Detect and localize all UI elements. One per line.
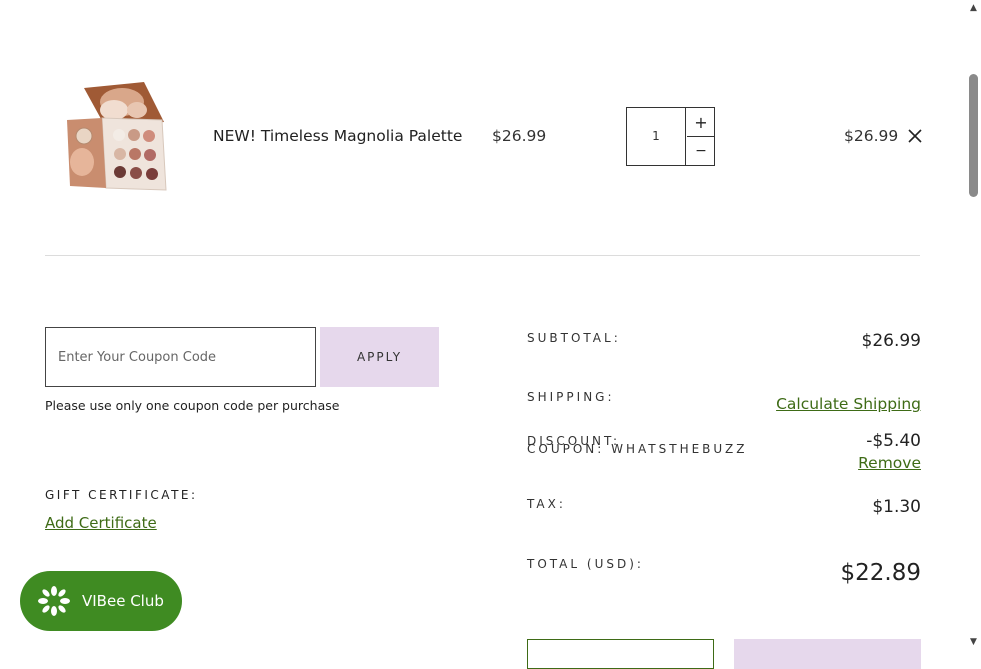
- line-item-total: $26.99: [844, 127, 899, 145]
- section-divider: [45, 255, 920, 256]
- product-name[interactable]: NEW! Timeless Magnolia Palette: [213, 127, 462, 145]
- apply-coupon-button[interactable]: APPLY: [320, 327, 439, 387]
- quantity-input[interactable]: 1: [627, 108, 686, 165]
- product-unit-price: $26.99: [492, 127, 547, 145]
- continue-shopping-button[interactable]: [527, 639, 714, 669]
- tax-label: TAX:: [527, 497, 566, 511]
- shipping-label: SHIPPING:: [527, 390, 615, 404]
- quantity-decrease-button[interactable]: −: [687, 137, 715, 165]
- checkout-button[interactable]: [734, 639, 921, 669]
- coupon-applied-label: COUPON: WHATSTHEBUZZ: [527, 442, 748, 456]
- quantity-increase-button[interactable]: +: [687, 108, 715, 137]
- scroll-up-arrow-icon[interactable]: ▲: [966, 0, 981, 16]
- total-value: $22.89: [840, 560, 921, 586]
- product-image[interactable]: [62, 80, 172, 195]
- remove-coupon-link[interactable]: Remove: [858, 454, 921, 472]
- coupon-code-input[interactable]: [45, 327, 316, 387]
- subtotal-label: SUBTOTAL:: [527, 331, 621, 345]
- gift-certificate-label: GIFT CERTIFICATE:: [45, 488, 198, 502]
- scrollbar-thumb[interactable]: [969, 74, 978, 197]
- flower-icon: [38, 586, 70, 616]
- tax-value: $1.30: [872, 497, 921, 517]
- add-certificate-link[interactable]: Add Certificate: [45, 514, 157, 532]
- subtotal-value: $26.99: [861, 331, 921, 351]
- vibee-club-button[interactable]: VIBee Club: [20, 571, 182, 631]
- total-label: TOTAL (USD):: [527, 557, 644, 571]
- calculate-shipping-link[interactable]: Calculate Shipping: [776, 395, 921, 413]
- scroll-down-arrow-icon[interactable]: ▼: [966, 634, 981, 650]
- remove-item-close-icon[interactable]: [906, 127, 924, 145]
- coupon-note: Please use only one coupon code per purc…: [45, 398, 340, 413]
- discount-value: -$5.40: [866, 431, 921, 451]
- vibee-club-label: VIBee Club: [82, 592, 164, 610]
